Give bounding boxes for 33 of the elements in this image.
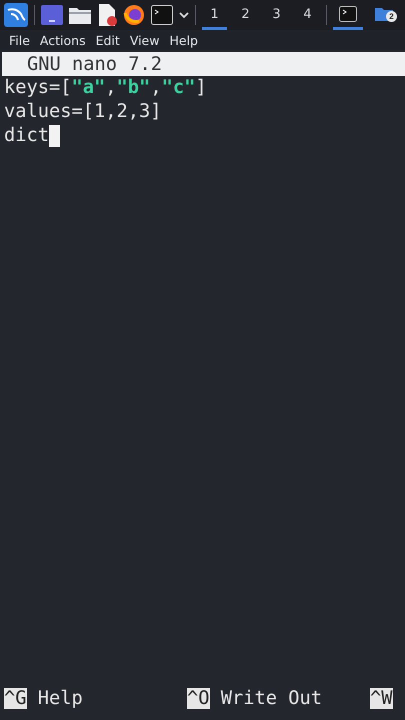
shortcut-key: ^W <box>370 688 393 709</box>
string-literal: "b" <box>116 76 150 100</box>
menu-item[interactable]: File <box>9 32 30 48</box>
code-text: dict <box>4 124 50 148</box>
workspace-tab[interactable]: 4 <box>295 0 320 30</box>
count-badge: 2 <box>386 11 397 22</box>
code-text: ] <box>195 76 207 100</box>
shortcut-key: ^G <box>4 688 27 709</box>
menu-item[interactable]: Help <box>169 32 198 48</box>
desktop-icon[interactable] <box>41 5 63 25</box>
chevron-down-icon[interactable] <box>179 12 189 18</box>
menu-item[interactable]: Edit <box>96 32 120 48</box>
shortcut-label: Help <box>36 688 83 709</box>
folder-icon[interactable] <box>69 6 91 24</box>
string-literal: "a" <box>72 76 106 100</box>
code-text: keys=[ <box>4 76 72 100</box>
string-literal: "c" <box>162 76 196 100</box>
menu-item[interactable]: Actions <box>40 32 86 48</box>
menu-item[interactable]: View <box>130 32 160 48</box>
document-icon[interactable] <box>97 4 117 26</box>
terminal-icon <box>339 6 357 22</box>
code-text: , <box>105 76 117 100</box>
workspace-tab[interactable]: 3 <box>264 0 289 30</box>
dragon-icon[interactable] <box>4 3 28 27</box>
task-button[interactable]: 2 <box>369 0 399 30</box>
editor-title: GNU nano 7.2 <box>27 54 162 74</box>
shortcut-label: Write Out <box>220 688 322 709</box>
firefox-icon[interactable] <box>123 4 145 26</box>
terminal-icon[interactable] <box>151 5 173 25</box>
workspace-tab[interactable]: 2 <box>233 0 258 30</box>
code-text: values=[1,2,3] <box>4 100 162 124</box>
code-text: , <box>150 76 162 100</box>
shortcut-key: ^O <box>187 688 210 709</box>
